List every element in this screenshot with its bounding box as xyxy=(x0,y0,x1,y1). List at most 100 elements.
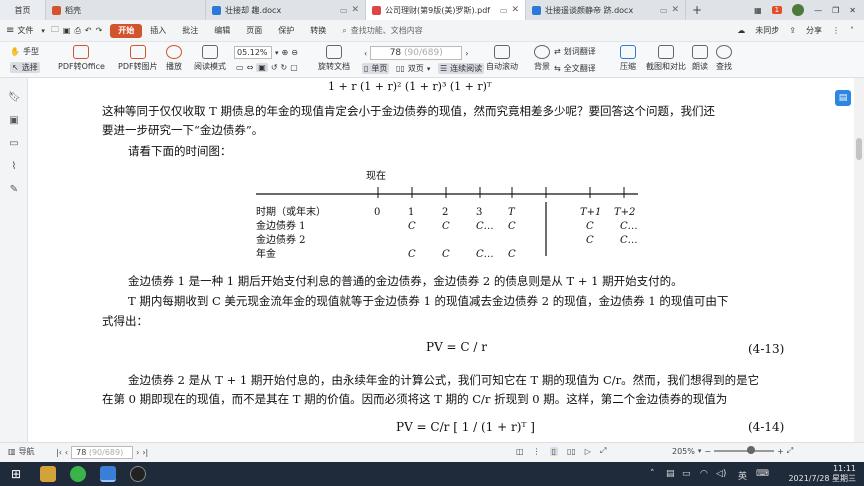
fullscreen-icon[interactable]: ⤢ xyxy=(787,446,793,456)
document-viewport[interactable]: 1 + r (1 + r)² (1 + r)³ (1 + r)ᵀ 这种等同于仅仅… xyxy=(28,78,854,442)
single-page-button[interactable]: ▯ 单页 xyxy=(362,63,390,74)
hand-tool[interactable]: ✋ 手型 xyxy=(10,46,39,57)
thumbnail-icon[interactable]: ▣ xyxy=(8,115,20,127)
browser-icon[interactable] xyxy=(70,466,86,482)
layout-icon[interactable]: ▦ xyxy=(754,6,762,15)
read-aloud-button[interactable]: 朗读 xyxy=(692,45,708,72)
page-number-input[interactable]: 78 (90/689) xyxy=(370,46,463,60)
maximize-icon[interactable]: ❐ xyxy=(832,6,839,15)
pdf-to-office-button[interactable]: PDF转Office xyxy=(58,45,105,72)
menu-edit[interactable]: 编辑 xyxy=(206,25,238,36)
rotate-left-icon[interactable]: ↺ xyxy=(271,63,278,72)
nav-toggle[interactable]: ▥ 导航 xyxy=(8,446,35,457)
read-mode-button[interactable]: 阅读模式 xyxy=(194,45,226,72)
zoom-input[interactable]: 05.12% xyxy=(234,46,272,59)
rotate-right-icon[interactable]: ↻ xyxy=(281,63,288,72)
play-view-icon[interactable]: ▷ xyxy=(585,447,591,456)
tab-pdf-active[interactable]: 公司理财(第9版(美)罗斯).pdf ▭ ✕ xyxy=(366,0,526,20)
pdf-to-image-button[interactable]: PDF转图片 xyxy=(118,45,158,72)
search-box[interactable]: ⌕ 查找功能、文档内容 xyxy=(342,25,422,36)
menu-protect[interactable]: 保护 xyxy=(270,25,302,36)
close-icon[interactable]: ✕ xyxy=(351,5,359,15)
close-window-icon[interactable]: ✕ xyxy=(849,6,856,15)
menu-page[interactable]: 页面 xyxy=(238,25,270,36)
print-icon[interactable]: ⎙ xyxy=(74,26,80,36)
battery-icon[interactable]: ▭ xyxy=(682,469,691,479)
save-icon[interactable]: ▣ xyxy=(63,26,71,35)
screen-icon[interactable]: ▢ xyxy=(290,63,298,72)
chevron-down-icon[interactable]: ▾ xyxy=(698,447,702,455)
monitor-icon[interactable]: ▭ xyxy=(340,6,348,15)
full-translate-button[interactable]: ⇆ 全文翻译 xyxy=(554,63,596,74)
signature-icon[interactable]: ✎ xyxy=(8,184,20,196)
next-page-icon[interactable]: › xyxy=(465,49,468,58)
minimize-icon[interactable]: — xyxy=(814,6,822,15)
continuous-read-button[interactable]: ☰ 连续阅读 xyxy=(438,63,485,74)
ime-icon[interactable]: ⌨ xyxy=(756,469,769,479)
network-icon[interactable]: ▤ xyxy=(666,469,675,479)
clock[interactable]: 11:11 2021/7/28 星期三 xyxy=(788,464,856,484)
background-button[interactable]: 背景 xyxy=(534,45,550,72)
undo-icon[interactable]: ↶ xyxy=(85,26,92,35)
chevron-down-icon[interactable]: ▾ xyxy=(41,27,45,35)
auto-scroll-button[interactable]: 自动滚动 xyxy=(486,45,518,72)
notification-badge[interactable]: 1 xyxy=(771,6,783,14)
monitor-icon[interactable]: ▭ xyxy=(660,6,668,15)
screenshot-compare-button[interactable]: 截图和对比 xyxy=(646,45,686,72)
hamburger-icon[interactable]: ≡ xyxy=(6,25,14,36)
zoom-in-icon[interactable]: ⊕ xyxy=(282,48,289,57)
menu-annotate[interactable]: 批注 xyxy=(174,25,206,36)
play-button[interactable]: 播放 xyxy=(166,45,182,72)
select-tool[interactable]: ↖ 选择 xyxy=(10,62,40,73)
wifi-icon[interactable]: ◠ xyxy=(700,469,708,479)
fit-view-icon[interactable]: ⤢ xyxy=(600,446,606,456)
first-page-icon[interactable]: |‹ xyxy=(56,448,62,457)
tray-up-icon[interactable]: ˄ xyxy=(650,469,655,479)
new-tab-button[interactable]: + xyxy=(686,0,708,20)
double-page-view-icon[interactable]: ▯▯ xyxy=(567,447,576,456)
menu-convert[interactable]: 转换 xyxy=(302,25,334,36)
windows-start-icon[interactable]: ⊞ xyxy=(8,466,24,482)
show-tools-icon[interactable]: ◫ xyxy=(516,447,524,456)
scrollbar-thumb[interactable] xyxy=(856,138,862,160)
find-button[interactable]: 查找 xyxy=(716,45,732,72)
vertical-scrollbar[interactable] xyxy=(854,78,864,442)
translate-float-button[interactable]: ▤ xyxy=(835,90,851,106)
fit-width-icon[interactable]: ⇔ xyxy=(247,63,254,72)
double-page-button[interactable]: ▯▯ 双页 ▾ xyxy=(396,63,430,74)
wps-office-icon[interactable] xyxy=(100,466,116,482)
tab-docer[interactable]: 稻壳 xyxy=(46,0,206,20)
tab-docx-1[interactable]: 壮接却 趣.docx ▭ ✕ xyxy=(206,0,366,20)
tab-home[interactable]: 首页 xyxy=(0,0,46,20)
last-page-icon[interactable]: ›| xyxy=(142,448,148,457)
compress-button[interactable]: 压缩 xyxy=(620,45,636,72)
ime-language[interactable]: 英 xyxy=(738,469,747,482)
avatar[interactable] xyxy=(792,4,805,16)
close-icon[interactable]: ✕ xyxy=(671,5,679,15)
zoom-value[interactable]: 205% xyxy=(672,447,695,456)
next-page-icon[interactable]: › xyxy=(136,448,139,457)
tab-docx-2[interactable]: 壮接遥谈颜静帝 跻.docx ▭ ✕ xyxy=(526,0,686,20)
prev-page-icon[interactable]: ‹ xyxy=(364,49,367,58)
bookmark-icon[interactable]: 🔖︎ xyxy=(8,92,21,104)
prev-page-icon[interactable]: ‹ xyxy=(65,448,68,457)
chevron-up-icon[interactable]: ˄ xyxy=(850,26,854,35)
single-page-view-icon[interactable]: ▯ xyxy=(549,446,558,456)
zoom-in-icon[interactable]: + xyxy=(777,447,784,456)
open-folder-icon[interactable]: 🗀 xyxy=(51,24,59,38)
file-explorer-icon[interactable] xyxy=(40,466,56,482)
more-icon[interactable]: ⋮ xyxy=(832,26,840,35)
sync-status[interactable]: 未同步 xyxy=(755,25,779,36)
close-icon[interactable]: ✕ xyxy=(511,5,519,15)
comment-icon[interactable]: ▭ xyxy=(8,138,20,150)
word-translate-button[interactable]: ⇄ 划词翻译 xyxy=(554,46,596,57)
app-icon[interactable] xyxy=(130,466,146,482)
rotate-document-button[interactable]: 旋转文档 xyxy=(318,45,350,72)
share-button[interactable]: 分享 xyxy=(806,25,822,36)
chevron-down-icon[interactable]: ▾ xyxy=(275,49,279,57)
redo-icon[interactable]: ↷ xyxy=(96,26,103,35)
volume-icon[interactable]: ◁) xyxy=(716,469,726,479)
menu-insert[interactable]: 插入 xyxy=(142,25,174,36)
monitor-icon[interactable]: ▭ xyxy=(500,6,508,15)
menu-start[interactable]: 开始 xyxy=(110,23,143,38)
